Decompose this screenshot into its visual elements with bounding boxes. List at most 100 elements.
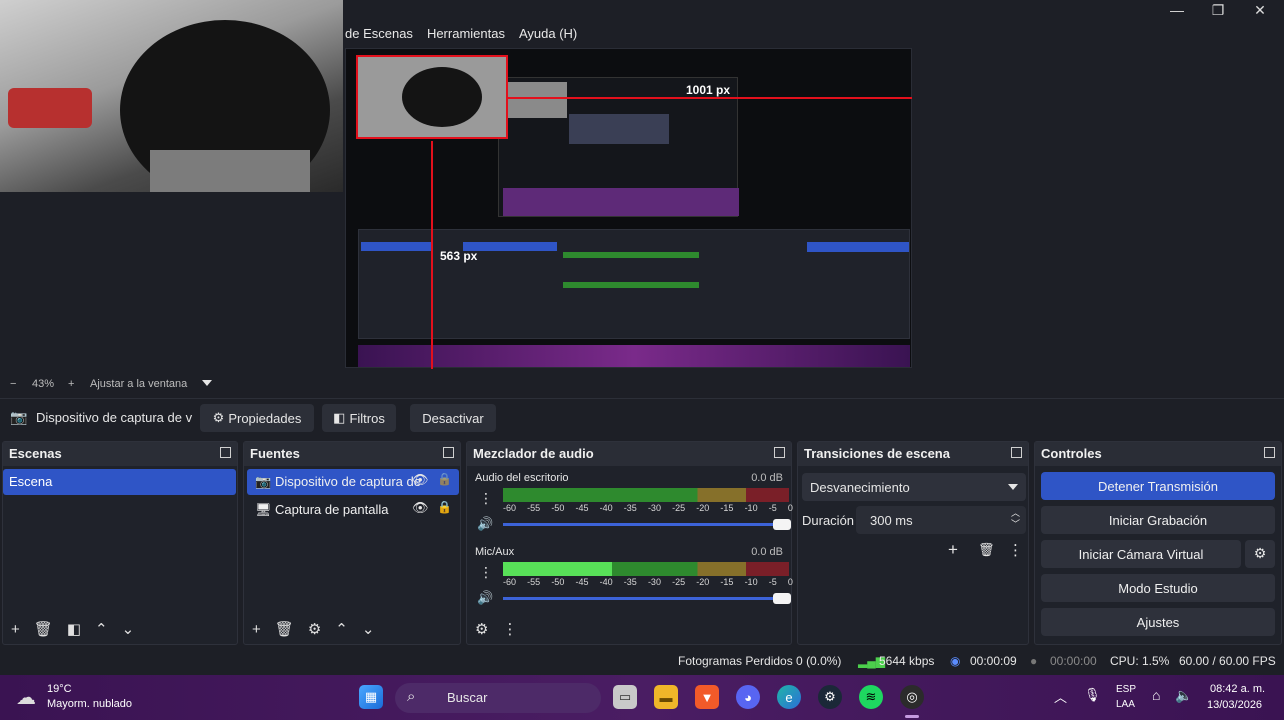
language-bottom[interactable]: LAA bbox=[1116, 699, 1135, 710]
meter-tick-label: -25 bbox=[672, 503, 686, 513]
meter-tick-label: -20 bbox=[696, 503, 710, 513]
obs-icon[interactable]: ◎ bbox=[900, 685, 924, 709]
kebab-menu-icon[interactable]: ⋮ bbox=[479, 564, 493, 581]
add-icon[interactable]: + bbox=[948, 540, 958, 560]
zoom-out-button[interactable]: − bbox=[10, 378, 16, 390]
clock-date[interactable]: 13/03/2026 bbox=[1207, 699, 1262, 711]
filters-button[interactable]: ◧ Filtros bbox=[322, 404, 396, 432]
undock-icon[interactable] bbox=[774, 447, 785, 458]
start-recording-button[interactable]: Iniciar Grabación bbox=[1041, 506, 1275, 534]
task-view-icon[interactable]: ▭ bbox=[613, 685, 637, 709]
windows-start-icon[interactable]: ▦ bbox=[359, 685, 383, 709]
weather-temp[interactable]: 19°C bbox=[47, 683, 72, 695]
weather-desc[interactable]: Mayorm. nublado bbox=[47, 698, 132, 710]
filter-icon[interactable]: ◧ bbox=[67, 620, 81, 638]
microphone-icon[interactable]: 🎙 bbox=[1084, 687, 1101, 703]
clock-time[interactable]: 08:42 a. m. bbox=[1210, 683, 1265, 695]
undock-icon[interactable] bbox=[443, 447, 454, 458]
slider-knob[interactable] bbox=[773, 593, 791, 604]
meter-ticks: -60 -55 -50 -45 -40 -35 -30 -25 -20 -15 -10 -5 0 bbox=[503, 577, 793, 587]
meter-tick-label: -60 bbox=[503, 503, 517, 513]
meter-tick-label: 0 bbox=[787, 577, 793, 587]
spotify-icon[interactable]: ≋ bbox=[859, 685, 883, 709]
move-up-icon[interactable]: ⌃ bbox=[335, 620, 348, 638]
eye-icon[interactable]: 👁 bbox=[412, 472, 429, 488]
volume-slider[interactable] bbox=[503, 519, 791, 530]
trash-icon[interactable]: 🗑 bbox=[275, 620, 294, 638]
duration-label: Duración bbox=[802, 513, 855, 528]
undock-icon[interactable] bbox=[1264, 447, 1275, 458]
minimize-button[interactable]: — bbox=[1162, 2, 1192, 20]
edge-icon[interactable]: e bbox=[777, 685, 801, 709]
preview-canvas[interactable]: 1001 px 563 px bbox=[345, 48, 912, 369]
record-time: 00:00:00 bbox=[1050, 654, 1097, 668]
chevron-up-icon[interactable]: ︿ bbox=[1054, 687, 1067, 706]
meter-tick-label: -5 bbox=[768, 577, 777, 587]
nested-docks bbox=[358, 229, 910, 339]
undock-icon[interactable] bbox=[1011, 447, 1022, 458]
meter-tick-label: -40 bbox=[599, 577, 613, 587]
lock-icon[interactable]: 🔒 bbox=[437, 472, 452, 486]
menu-scene-collection[interactable]: de Escenas bbox=[345, 26, 413, 41]
trash-icon[interactable]: 🗑 bbox=[978, 542, 995, 558]
audio-mixer-dock: Mezclador de audio Audio del escritorio … bbox=[466, 441, 793, 645]
close-button[interactable]: ✕ bbox=[1245, 2, 1275, 20]
start-virtual-camera-button[interactable]: Iniciar Cámara Virtual bbox=[1041, 540, 1241, 568]
kebab-menu-icon[interactable]: ⋮ bbox=[1008, 541, 1023, 559]
webcam-overlay bbox=[0, 0, 343, 192]
kebab-menu-icon[interactable]: ⋮ bbox=[502, 620, 517, 638]
mixer-channel-desktop: Audio del escritorio 0.0 dB ⋮ -60 -55 -50-… bbox=[473, 470, 793, 540]
pillow bbox=[8, 88, 92, 128]
slider-knob[interactable] bbox=[773, 519, 791, 530]
steam-icon[interactable]: ⚙ bbox=[818, 685, 842, 709]
maximize-button[interactable]: ❐ bbox=[1203, 2, 1233, 20]
discord-icon[interactable]: ◕ bbox=[736, 685, 760, 709]
scene-item[interactable]: Escena bbox=[3, 469, 236, 495]
menu-help[interactable]: Ayuda (H) bbox=[519, 26, 577, 41]
taskbar: ☁ 19°C Mayorm. nublado ▦ ⌕ Buscar ▭ ▬ ▼ … bbox=[0, 675, 1284, 720]
deactivate-button[interactable]: Desactivar bbox=[410, 404, 496, 432]
settings-button[interactable]: Ajustes bbox=[1041, 608, 1275, 636]
virtual-camera-settings-button[interactable]: ⚙ bbox=[1245, 540, 1275, 568]
brave-icon[interactable]: ▼ bbox=[695, 685, 719, 709]
lock-icon[interactable]: 🔒 bbox=[437, 500, 452, 514]
volume-slider[interactable] bbox=[503, 593, 791, 604]
advanced-audio-icon[interactable]: ⚙ bbox=[475, 620, 488, 638]
move-up-icon[interactable]: ⌃ bbox=[95, 620, 108, 638]
selected-source-box[interactable] bbox=[356, 55, 508, 139]
meter-tick-label: -60 bbox=[503, 577, 517, 587]
stop-streaming-button[interactable]: Detener Transmisión bbox=[1041, 472, 1275, 500]
zoom-in-button[interactable]: + bbox=[68, 378, 74, 390]
volume-icon[interactable]: 🔈 bbox=[1175, 687, 1192, 704]
add-icon[interactable]: + bbox=[252, 621, 261, 638]
properties-button[interactable]: ⚙ Propiedades bbox=[200, 404, 314, 432]
network-icon[interactable]: ⌂ bbox=[1152, 687, 1160, 703]
transition-select[interactable]: Desvanecimiento bbox=[802, 473, 1026, 501]
file-explorer-icon[interactable]: ▬ bbox=[654, 685, 678, 709]
language-top[interactable]: ESP bbox=[1116, 684, 1136, 695]
fit-to-window[interactable]: Ajustar a la ventana bbox=[90, 378, 187, 390]
undock-icon[interactable] bbox=[220, 447, 231, 458]
move-down-icon[interactable]: ⌄ bbox=[362, 620, 375, 638]
chevron-down-icon[interactable] bbox=[202, 380, 212, 386]
menu-tools[interactable]: Herramientas bbox=[427, 26, 505, 41]
eye-icon[interactable]: 👁 bbox=[412, 500, 429, 516]
volume-meter bbox=[503, 488, 789, 502]
taskbar-search[interactable]: ⌕ Buscar bbox=[395, 683, 601, 713]
broadcast-icon: ◉ bbox=[950, 654, 961, 668]
horizontal-guide bbox=[508, 97, 912, 99]
speaker-icon[interactable]: 🔊 bbox=[477, 590, 493, 606]
cloud-icon: ☁ bbox=[16, 687, 36, 709]
kebab-menu-icon[interactable]: ⋮ bbox=[479, 490, 493, 507]
zoom-percent: 43% bbox=[32, 378, 55, 390]
stepper-icon[interactable]: ︿ ﹀ bbox=[1011, 508, 1020, 530]
move-down-icon[interactable]: ⌄ bbox=[122, 620, 135, 638]
studio-mode-button[interactable]: Modo Estudio bbox=[1041, 574, 1275, 602]
menu-bar: de Escenas Herramientas Ayuda (H) bbox=[345, 26, 577, 41]
duration-input[interactable]: 300 ms ︿ ﹀ bbox=[856, 506, 1026, 534]
add-icon[interactable]: + bbox=[11, 621, 20, 638]
speaker-icon[interactable]: 🔊 bbox=[477, 516, 493, 532]
gear-icon[interactable]: ⚙ bbox=[308, 620, 321, 638]
trash-icon[interactable]: 🗑 bbox=[34, 620, 53, 638]
dropped-frames: Fotogramas Perdidos 0 (0.0%) bbox=[678, 654, 842, 668]
